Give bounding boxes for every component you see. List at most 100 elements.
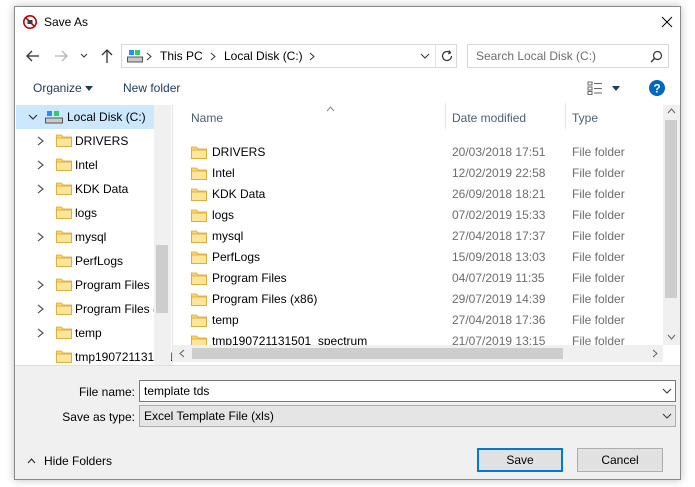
- search-icon[interactable]: [650, 50, 663, 63]
- file-row[interactable]: PerfLogs 15/09/2018 13:03 File folder: [173, 247, 663, 268]
- folder-icon: [191, 167, 207, 180]
- scroll-left-icon[interactable]: [179, 349, 185, 358]
- sidebar-item[interactable]: DRIVERS: [16, 129, 156, 153]
- column-header-type[interactable]: Type: [572, 111, 598, 125]
- chevron-right-icon[interactable]: [36, 328, 45, 338]
- recent-locations-chevron-icon[interactable]: [79, 48, 89, 64]
- folder-icon: [56, 134, 72, 147]
- file-name: KDK Data: [212, 187, 266, 201]
- new-folder-button[interactable]: New folder: [123, 81, 180, 95]
- search-input[interactable]: Search Local Disk (C:): [476, 49, 596, 63]
- search-box[interactable]: Search Local Disk (C:): [467, 44, 669, 68]
- sidebar-item-label: logs: [75, 206, 98, 220]
- chevron-down-icon[interactable]: [662, 388, 672, 395]
- breadcrumb-local-disk[interactable]: Local Disk (C:): [224, 49, 303, 63]
- chevron-right-icon[interactable]: [36, 304, 45, 314]
- file-date: 15/09/2018 13:03: [452, 250, 546, 264]
- folder-icon: [191, 209, 207, 222]
- organize-dropdown-icon[interactable]: [85, 86, 93, 91]
- file-row[interactable]: mysql 27/04/2018 17:37 File folder: [173, 226, 663, 247]
- file-type: File folder: [572, 292, 625, 306]
- save-as-type-select[interactable]: Excel Template File (xls): [139, 405, 676, 427]
- folder-icon: [56, 350, 72, 363]
- folder-icon: [191, 251, 207, 264]
- file-list-vertical-thumb[interactable]: [665, 120, 677, 298]
- file-list: Name Date modified Type DRIVERS 20/03/201…: [173, 101, 679, 363]
- file-date: 26/09/2018 18:21: [452, 187, 546, 201]
- save-button[interactable]: Save: [477, 448, 563, 472]
- folder-icon: [191, 146, 207, 159]
- sidebar-item[interactable]: PerfLogs: [16, 249, 156, 273]
- chevron-right-icon[interactable]: [36, 136, 45, 146]
- file-name: DRIVERS: [212, 145, 266, 159]
- file-row[interactable]: Program Files 04/07/2019 11:35 File folder: [173, 268, 663, 289]
- file-row[interactable]: KDK Data 26/09/2018 18:21 File folder: [173, 184, 663, 205]
- navigation-pane: Local Disk (C:) DRIVERS Intel KDK Data logs…: [16, 105, 172, 369]
- sidebar-item[interactable]: logs: [16, 201, 156, 225]
- forward-icon[interactable]: [53, 48, 69, 64]
- view-options-icon[interactable]: [587, 81, 603, 95]
- close-icon[interactable]: [657, 12, 677, 32]
- address-bar[interactable]: This PC Local Disk (C:): [121, 44, 457, 68]
- folder-icon: [56, 302, 72, 315]
- file-row[interactable]: Program Files (x86) 29/07/2019 14:39 File …: [173, 289, 663, 310]
- sidebar-scroll-thumb[interactable]: [156, 245, 168, 313]
- file-row[interactable]: DRIVERS 20/03/2018 17:51 File folder: [173, 142, 663, 163]
- breadcrumb-this-pc[interactable]: This PC: [160, 49, 203, 63]
- file-list-horizontal-thumb[interactable]: [192, 348, 563, 359]
- file-type: File folder: [572, 313, 625, 327]
- file-type: File folder: [572, 166, 625, 180]
- folder-icon: [191, 230, 207, 243]
- column-header-name[interactable]: Name: [191, 111, 223, 125]
- file-name: mysql: [212, 229, 244, 243]
- cancel-button[interactable]: Cancel: [577, 448, 663, 472]
- chevron-right-icon[interactable]: [36, 160, 45, 170]
- chevron-up-icon[interactable]: [27, 458, 36, 464]
- address-dropdown-icon[interactable]: [420, 52, 430, 61]
- sidebar-scrollbar[interactable]: [154, 105, 171, 369]
- sidebar-item[interactable]: KDK Data: [16, 177, 156, 201]
- file-name: Program Files (x86): [212, 292, 318, 306]
- breadcrumb-separator-icon: [146, 52, 152, 61]
- file-name: Intel: [212, 166, 235, 180]
- folder-icon: [191, 293, 207, 306]
- folder-icon: [56, 206, 72, 219]
- view-dropdown-icon[interactable]: [612, 86, 620, 91]
- folder-icon: [56, 254, 72, 267]
- file-row[interactable]: temp 27/04/2018 17:36 File folder: [173, 310, 663, 331]
- sidebar-item-label: Local Disk (C:): [67, 110, 146, 124]
- sidebar-item[interactable]: Intel: [16, 153, 156, 177]
- help-icon[interactable]: ?: [649, 80, 665, 96]
- file-date: 27/04/2018 17:37: [452, 229, 546, 243]
- refresh-icon[interactable]: [440, 49, 454, 63]
- file-name-value[interactable]: template tds: [144, 384, 209, 398]
- chevron-down-icon[interactable]: [662, 413, 672, 420]
- chevron-down-icon[interactable]: [28, 113, 38, 121]
- file-name-field[interactable]: template tds: [139, 380, 676, 402]
- scroll-right-icon[interactable]: [652, 349, 658, 358]
- column-header-date[interactable]: Date modified: [452, 111, 526, 125]
- up-folder-icon[interactable]: [99, 48, 115, 64]
- chevron-right-icon[interactable]: [36, 184, 45, 194]
- back-icon[interactable]: [25, 48, 41, 64]
- chevron-right-icon[interactable]: [36, 280, 45, 290]
- file-type: File folder: [572, 229, 625, 243]
- file-row[interactable]: logs 07/02/2019 15:33 File folder: [173, 205, 663, 226]
- file-date: 12/02/2019 22:58: [452, 166, 546, 180]
- scroll-up-icon[interactable]: [667, 108, 676, 114]
- this-pc-icon: [127, 50, 143, 63]
- sidebar-item[interactable]: Program Files (: [16, 297, 157, 321]
- scroll-down-icon[interactable]: [667, 334, 676, 340]
- file-row[interactable]: Intel 12/02/2019 22:58 File folder: [173, 163, 663, 184]
- folder-icon: [56, 278, 72, 291]
- no-entry-icon: [23, 15, 37, 29]
- sidebar-item[interactable]: Program Files: [16, 273, 156, 297]
- hide-folders-button[interactable]: Hide Folders: [44, 454, 112, 468]
- drive-icon: [45, 111, 63, 124]
- sidebar-item[interactable]: mysql: [16, 225, 156, 249]
- sidebar-item-local-disk[interactable]: Local Disk (C:): [16, 105, 156, 129]
- sidebar-item[interactable]: temp: [16, 321, 156, 345]
- chevron-right-icon[interactable]: [36, 232, 45, 242]
- file-date: 27/04/2018 17:36: [452, 313, 546, 327]
- organize-button[interactable]: Organize: [33, 81, 82, 95]
